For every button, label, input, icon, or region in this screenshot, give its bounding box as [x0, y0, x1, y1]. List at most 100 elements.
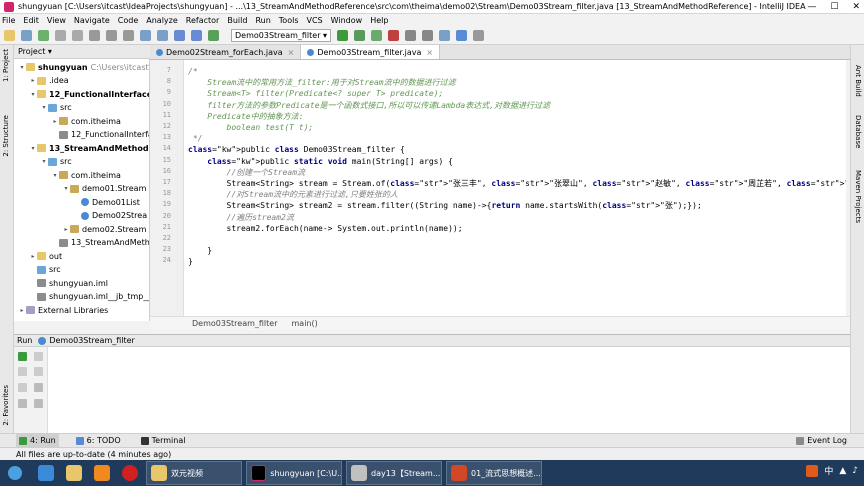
tree-node[interactable]: 13_StreamAndMethodR: [51, 237, 149, 249]
project-panel-header[interactable]: Project ▾: [14, 45, 150, 59]
code-line[interactable]: //遍历stream2流: [188, 212, 294, 223]
cut-icon[interactable]: [89, 30, 100, 41]
expand-arrow-icon[interactable]: ▸: [62, 226, 70, 233]
menu-view[interactable]: View: [47, 16, 66, 25]
tree-node[interactable]: ▾ shungyuanC:\Users\itcast\Id: [18, 61, 149, 73]
code-line[interactable]: /*: [188, 66, 198, 77]
tree-node[interactable]: ▾ src: [40, 102, 71, 114]
code-line[interactable]: stream2.forEach(name-> System.out.printl…: [188, 223, 463, 234]
scroll-down-icon[interactable]: [34, 367, 43, 376]
network-icon[interactable]: ▲: [839, 466, 846, 476]
tree-node[interactable]: ▾ 12_FunctionalInterface: [29, 88, 149, 100]
debug-icon[interactable]: [354, 30, 366, 41]
run-console[interactable]: [48, 347, 850, 433]
sogou-ime-icon[interactable]: [806, 464, 819, 477]
menu-vcs[interactable]: VCS: [307, 16, 323, 25]
menu-file[interactable]: File: [2, 16, 15, 25]
code-line[interactable]: Stream<T> filter(Predicate<? super T> pr…: [188, 88, 443, 99]
breadcrumb-method[interactable]: main(): [292, 319, 318, 328]
taskbar-app-intellij[interactable]: shungyuan [C:\U...: [246, 461, 342, 485]
close-tab-icon[interactable]: ×: [426, 48, 433, 57]
code-line[interactable]: class="kw">public class Demo03Stream_fil…: [188, 144, 405, 155]
find-icon[interactable]: [140, 30, 151, 41]
close-button[interactable]: ✕: [852, 0, 860, 14]
tree-node[interactable]: ▸ .idea: [29, 75, 68, 87]
menu-run[interactable]: Run: [255, 16, 270, 25]
back-icon[interactable]: [174, 30, 185, 41]
help-icon[interactable]: [456, 30, 468, 41]
start-button[interactable]: [0, 461, 30, 485]
tree-node[interactable]: Demo01List: [73, 196, 140, 208]
code-line[interactable]: Predicate中的抽象方法:: [188, 111, 303, 122]
taskbar-pinned-explorer[interactable]: [62, 461, 86, 485]
print-icon[interactable]: [18, 399, 27, 408]
taskbar-app-typora[interactable]: day13【Stream...: [346, 461, 442, 485]
clear-icon[interactable]: [34, 399, 43, 408]
collapse-arrow-icon[interactable]: ▾: [29, 145, 37, 152]
taskbar-app-video[interactable]: 双元视频: [146, 461, 242, 485]
run-config-tab[interactable]: Demo03Stream_filter: [49, 336, 135, 345]
code-line[interactable]: */: [188, 133, 203, 144]
minimize-button[interactable]: —: [807, 0, 816, 14]
collapse-arrow-icon[interactable]: ▾: [29, 91, 37, 98]
vcs-icon[interactable]: [473, 30, 485, 41]
forward-icon[interactable]: [191, 30, 202, 41]
taskbar-app-powerpoint[interactable]: 01_流式思想概述...: [446, 461, 542, 485]
ime-language[interactable]: 中: [824, 464, 833, 477]
copy-icon[interactable]: [106, 30, 117, 41]
code-line[interactable]: boolean test(T t);: [188, 122, 314, 133]
open-folder-icon[interactable]: [4, 30, 15, 41]
redo-icon[interactable]: [72, 30, 83, 41]
favorites-tool-tab[interactable]: 2: Favorites: [2, 385, 10, 426]
sync-icon[interactable]: [38, 30, 49, 41]
build-icon[interactable]: [208, 30, 219, 41]
save-all-icon[interactable]: [21, 30, 32, 41]
code-line[interactable]: }: [188, 245, 212, 256]
collapse-arrow-icon[interactable]: ▾: [51, 172, 59, 179]
expand-arrow-icon[interactable]: ▸: [51, 118, 59, 125]
menu-build[interactable]: Build: [227, 16, 247, 25]
run-icon[interactable]: [337, 30, 349, 41]
stop-run-icon[interactable]: [18, 367, 27, 376]
maven-projects-tab[interactable]: Maven Projects: [854, 170, 862, 223]
project-tool-tab[interactable]: 1: Project: [2, 49, 10, 82]
sdk-icon[interactable]: [439, 30, 451, 41]
tree-node[interactable]: shungyuan.iml__jb_tmp__: [29, 291, 149, 303]
code-line[interactable]: //对Stream流中的元素进行过滤,只要姓张的人: [188, 189, 398, 200]
tree-node[interactable]: ▸ com.itheima: [51, 115, 120, 127]
tab-demo03stream-filter[interactable]: Demo03Stream_filter.java ×: [301, 45, 441, 59]
maximize-button[interactable]: ☐: [830, 0, 838, 14]
menu-edit[interactable]: Edit: [23, 16, 39, 25]
breadcrumb-class[interactable]: Demo03Stream_filter: [192, 319, 278, 328]
tree-node[interactable]: ▸ demo02.Stream: [62, 223, 146, 235]
menu-tools[interactable]: Tools: [279, 16, 299, 25]
tab-demo02stream-foreach[interactable]: Demo02Stream_forEach.java ×: [150, 45, 302, 59]
event-log-tab[interactable]: Event Log: [793, 434, 850, 447]
code-line[interactable]: //创建一个Stream流: [188, 167, 306, 178]
undo-icon[interactable]: [55, 30, 66, 41]
code-line[interactable]: }: [188, 256, 193, 267]
tree-node[interactable]: ▾ demo01.Stream: [62, 183, 146, 195]
menu-refactor[interactable]: Refactor: [186, 16, 220, 25]
collapse-arrow-icon[interactable]: ▾: [18, 64, 26, 71]
expand-arrow-icon[interactable]: ▸: [18, 307, 26, 314]
todo-tool-tab[interactable]: 6: TODO: [73, 434, 124, 447]
collapse-arrow-icon[interactable]: ▾: [62, 185, 70, 192]
structure-tool-tab[interactable]: 2: Structure: [2, 115, 10, 157]
taskbar-pinned-vlc[interactable]: [90, 461, 114, 485]
code-line[interactable]: [188, 234, 227, 245]
soft-wrap-icon[interactable]: [34, 383, 43, 392]
close-tab-icon[interactable]: ×: [288, 48, 295, 57]
code-line[interactable]: class="kw">public static void main(Strin…: [188, 156, 453, 167]
ant-build-tab[interactable]: Ant Build: [854, 65, 862, 97]
code-line[interactable]: filter方法的参数Predicate是一个函数式接口,所以可以传递Lambd…: [188, 100, 550, 111]
replace-icon[interactable]: [157, 30, 168, 41]
project-view-selector[interactable]: Project ▾: [18, 47, 52, 56]
taskbar-pinned-media[interactable]: [118, 461, 142, 485]
code-line[interactable]: Stream流中的常用方法_filter:用于对Stream流中的数据进行过滤: [188, 77, 455, 88]
terminal-tool-tab[interactable]: Terminal: [138, 434, 189, 447]
menu-help[interactable]: Help: [370, 16, 388, 25]
menu-code[interactable]: Code: [118, 16, 138, 25]
coverage-icon[interactable]: [371, 30, 383, 41]
stop-icon[interactable]: [388, 30, 400, 41]
